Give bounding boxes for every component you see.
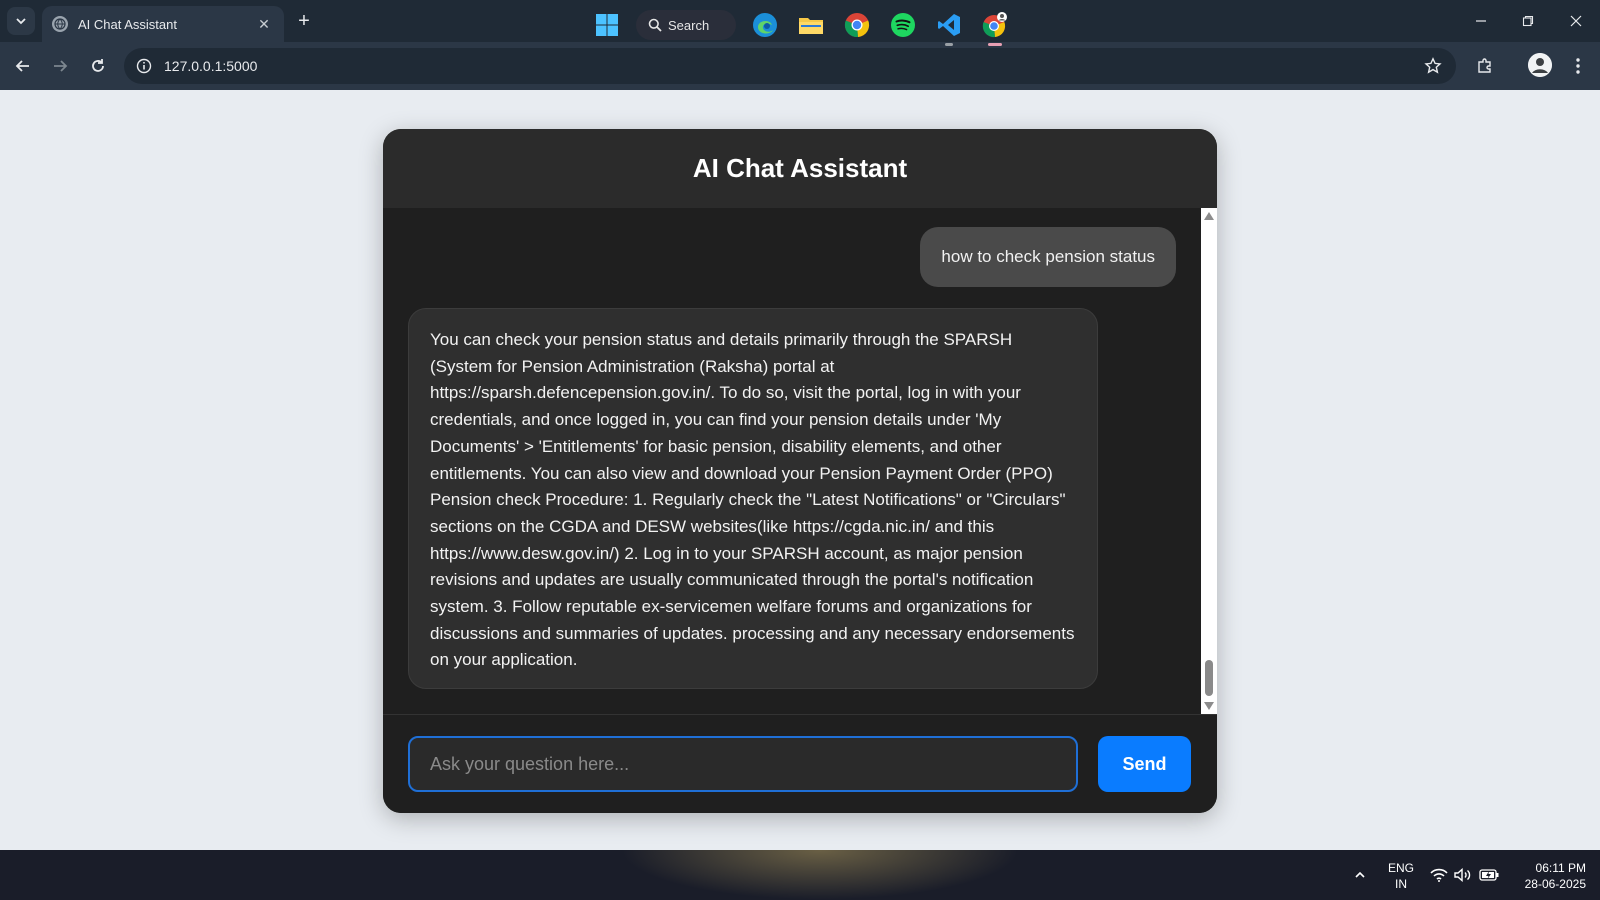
- question-input[interactable]: [408, 736, 1078, 792]
- restore-button[interactable]: [1513, 8, 1543, 34]
- show-hidden-icons-button[interactable]: [1345, 860, 1375, 890]
- forward-button[interactable]: [48, 54, 72, 78]
- send-button[interactable]: Send: [1098, 736, 1191, 792]
- user-message: how to check pension status: [920, 227, 1176, 287]
- arrow-left-icon: [15, 60, 29, 72]
- edge-browser-icon: [753, 13, 777, 37]
- clock-date: 28-06-2025: [1524, 877, 1586, 891]
- chat-title: AI Chat Assistant: [692, 153, 908, 183]
- chevron-up-icon: [1355, 871, 1365, 878]
- arrow-right-icon: [54, 60, 68, 72]
- taskbar-search-label: Search: [668, 17, 710, 33]
- scroll-up-arrow-icon[interactable]: [1204, 212, 1214, 220]
- scrollbar-thumb[interactable]: [1205, 660, 1213, 696]
- close-icon: [1570, 15, 1582, 27]
- speaker-icon: [1454, 868, 1471, 882]
- minimize-icon: [1476, 20, 1486, 22]
- chat-container: AI Chat Assistant how to check pension s…: [383, 129, 1217, 813]
- restore-icon: [1522, 15, 1534, 27]
- taskbar-edge[interactable]: [750, 10, 780, 40]
- browser-tab[interactable]: AI Chat Assistant ✕: [42, 6, 284, 42]
- globe-icon: [52, 16, 68, 32]
- chat-scrollbar[interactable]: [1201, 208, 1217, 714]
- running-indicator: [945, 43, 953, 46]
- url-text: 127.0.0.1:5000: [164, 58, 258, 74]
- chevron-down-icon: [16, 18, 26, 25]
- chat-input-area: Send: [383, 714, 1217, 813]
- taskbar-glow: [620, 850, 1020, 900]
- chat-header: AI Chat Assistant: [383, 129, 1217, 208]
- back-button[interactable]: [11, 54, 35, 78]
- taskbar-chrome[interactable]: [842, 10, 872, 40]
- extensions-button[interactable]: [1473, 54, 1497, 78]
- search-icon: [648, 18, 662, 32]
- taskbar-spotify[interactable]: [888, 10, 918, 40]
- folder-icon: [799, 18, 823, 34]
- vscode-icon: [938, 14, 960, 36]
- windows-logo-icon: [596, 14, 618, 36]
- puzzle-icon: [1478, 58, 1491, 73]
- address-bar[interactable]: 127.0.0.1:5000: [124, 48, 1456, 84]
- browser-toolbar: 127.0.0.1:5000: [0, 42, 1600, 90]
- taskbar-search[interactable]: Search: [636, 10, 736, 40]
- tab-search-button[interactable]: [7, 7, 35, 35]
- profile-avatar[interactable]: [1528, 53, 1552, 77]
- reload-button[interactable]: [86, 54, 110, 78]
- wifi-icon: [1430, 868, 1448, 882]
- taskbar-chrome-active[interactable]: [980, 10, 1010, 46]
- scroll-down-arrow-icon[interactable]: [1204, 702, 1214, 710]
- start-button[interactable]: [592, 10, 622, 40]
- active-indicator: [988, 43, 1002, 46]
- info-icon[interactable]: [136, 58, 152, 74]
- reload-icon: [92, 59, 104, 72]
- kebab-menu-icon: [1576, 58, 1580, 74]
- assistant-message: You can check your pension status and de…: [408, 308, 1098, 689]
- new-tab-button[interactable]: +: [292, 10, 316, 34]
- chat-messages[interactable]: how to check pension status You can chec…: [383, 208, 1217, 714]
- chrome-icon: [844, 13, 870, 38]
- close-tab-icon[interactable]: ✕: [254, 16, 274, 33]
- close-window-button[interactable]: [1561, 8, 1591, 34]
- battery-charging-icon: [1479, 869, 1499, 881]
- battery-status[interactable]: [1474, 860, 1504, 890]
- user-avatar-icon: [1528, 53, 1552, 77]
- bookmark-star-icon[interactable]: [1424, 57, 1442, 75]
- taskbar-vscode[interactable]: [934, 10, 964, 46]
- spotify-icon: [891, 13, 915, 37]
- taskbar-file-explorer[interactable]: [796, 10, 826, 40]
- input-language-indicator[interactable]: ENG IN: [1384, 860, 1418, 892]
- chrome-profile-icon: [982, 12, 1007, 38]
- language-code: ENG: [1387, 861, 1414, 875]
- clock-time: 06:11 PM: [1535, 861, 1586, 875]
- browser-menu-button[interactable]: [1566, 54, 1590, 78]
- taskbar-clock[interactable]: 06:11 PM 28-06-2025: [1506, 860, 1586, 892]
- minimize-button[interactable]: [1466, 8, 1496, 34]
- region-code: IN: [1395, 877, 1407, 891]
- tab-title: AI Chat Assistant: [78, 16, 177, 32]
